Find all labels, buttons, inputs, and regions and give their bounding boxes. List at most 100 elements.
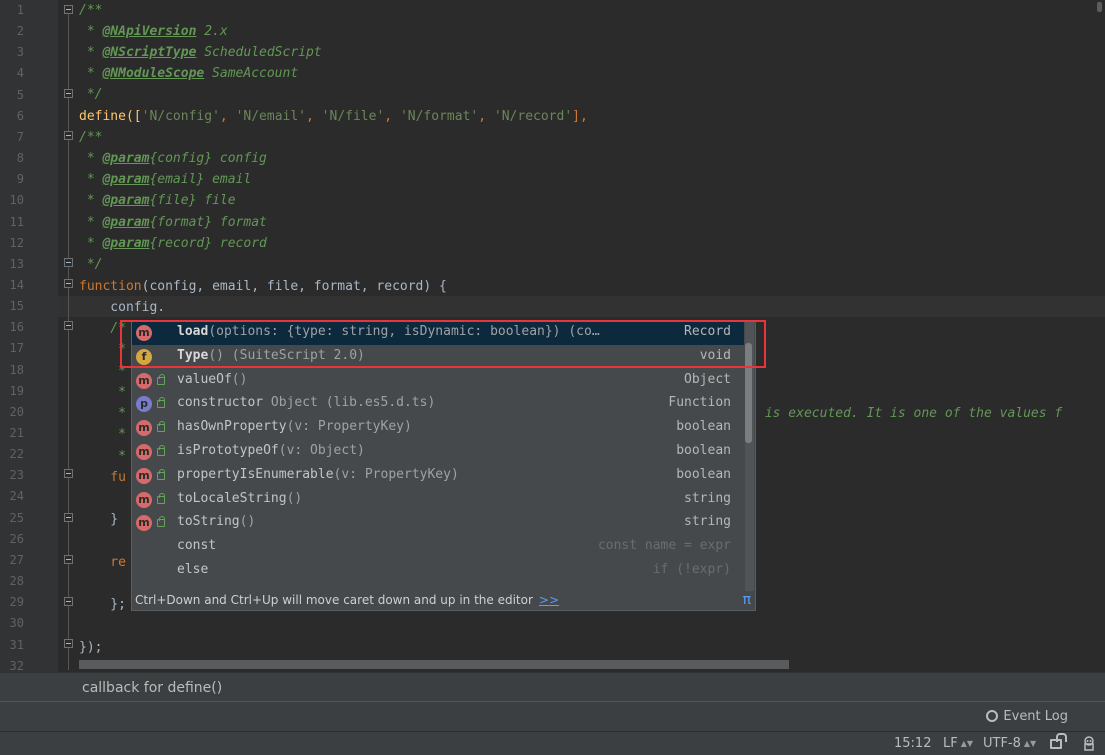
completion-item-signature: (v: PropertyKey) — [333, 466, 459, 482]
completion-item[interactable]: m propertyIsEnumerable(v: PropertyKey) boo… — [132, 464, 744, 488]
completion-item[interactable]: else if (!expr) — [132, 559, 744, 583]
completion-item-type: string — [684, 490, 731, 506]
line-number: 14 — [9, 278, 24, 292]
line-number: 6 — [16, 109, 24, 123]
public-visibility-icon — [157, 445, 165, 456]
pi-icon[interactable]: π — [743, 589, 751, 610]
line-number: 9 — [16, 172, 24, 186]
encoding-widget[interactable]: UTF-8 ▲▼ — [983, 736, 1036, 751]
completion-item-name: toLocaleString() — [177, 491, 302, 506]
completion-item-name: isPrototypeOf(v: Object) — [177, 443, 365, 458]
horizontal-scrollbar[interactable] — [79, 660, 789, 669]
completion-item[interactable]: m valueOf() Object — [132, 369, 744, 393]
completion-item-signature: (v: Object) — [278, 443, 365, 458]
completion-item-type: string — [684, 514, 731, 530]
completion-item[interactable]: m isPrototypeOf(v: Object) boolean — [132, 440, 744, 464]
code-line-3: * @NScriptType ScheduledScript — [79, 45, 322, 60]
updown-arrow-icon: ▲▼ — [1023, 739, 1037, 748]
fold-toggle-icon[interactable] — [64, 469, 73, 478]
code-line-20: * — [79, 406, 126, 421]
scroll-thumb[interactable] — [1097, 2, 1102, 12]
line-number: 19 — [9, 384, 24, 398]
line-number: 18 — [9, 363, 24, 377]
fold-toggle-icon[interactable] — [64, 639, 73, 648]
code-line-31: }); — [79, 640, 103, 655]
completion-item-signature: (v: PropertyKey) — [286, 419, 412, 435]
fold-toggle-icon[interactable] — [64, 513, 73, 522]
fold-toggle-icon[interactable] — [64, 258, 73, 267]
completion-item-label: hasOwnProperty — [177, 419, 287, 435]
completion-item-type: boolean — [676, 466, 731, 482]
completion-item-label: constructor — [177, 395, 264, 411]
fold-toggle-icon[interactable] — [64, 89, 73, 98]
completion-item-name: else — [177, 562, 208, 577]
fold-toggle-icon[interactable] — [64, 279, 73, 288]
line-number: 26 — [9, 532, 24, 546]
code-line-1: /** — [79, 3, 103, 18]
method-icon: m — [136, 444, 152, 460]
line-number: 4 — [16, 66, 24, 80]
unlock-icon[interactable] — [1050, 733, 1067, 749]
caret-position[interactable]: 15:12 — [894, 736, 931, 751]
line-number: 24 — [9, 489, 24, 503]
event-log-icon — [986, 710, 999, 722]
line-number: 7 — [16, 130, 24, 144]
code-line-19: * — [79, 385, 126, 400]
method-icon: m — [136, 420, 152, 437]
fold-toggle-icon[interactable] — [64, 5, 73, 14]
code-line-11: * @param{format} format — [79, 215, 267, 230]
line-separator-label: LF — [943, 736, 958, 751]
completion-item-name: propertyIsEnumerable(v: PropertyKey) — [177, 467, 459, 482]
code-line-13: */ — [79, 257, 103, 272]
encoding-label: UTF-8 — [983, 736, 1021, 751]
fold-toggle-icon[interactable] — [64, 597, 73, 606]
completion-item[interactable]: const const name = expr — [132, 535, 744, 559]
code-line-17: * — [79, 342, 126, 357]
completion-item-signature: Object (lib.es5.d.ts) — [263, 395, 436, 411]
completion-item-signature: () — [286, 490, 303, 506]
code-line-22: * — [79, 449, 126, 464]
completion-item[interactable]: m toString() string — [132, 511, 744, 535]
completion-item[interactable]: m hasOwnProperty(v: PropertyKey) boolean — [132, 416, 744, 440]
completion-item[interactable]: p constructor Object (lib.es5.d.ts) Functi… — [132, 392, 744, 416]
public-visibility-icon — [157, 373, 165, 385]
code-line-6: define(['N/config', 'N/email', 'N/file',… — [79, 109, 588, 124]
hint-more-link[interactable]: >> — [539, 593, 559, 607]
context-breadcrumb[interactable]: callback for define() — [82, 680, 222, 696]
public-visibility-icon — [157, 492, 165, 504]
event-log-button[interactable]: Event Log — [986, 709, 1068, 724]
code-line-29: }; — [79, 597, 126, 612]
completion-hint: Ctrl+Down and Ctrl+Up will move caret do… — [132, 589, 755, 610]
line-number: 3 — [16, 45, 24, 59]
completion-item[interactable]: m toLocaleString() string — [132, 488, 744, 512]
completion-item-signature: () — [239, 514, 256, 530]
vertical-scrollbar[interactable] — [1093, 0, 1105, 660]
line-number: 16 — [9, 320, 24, 334]
completion-item-label: else — [177, 562, 209, 577]
line-number: 29 — [9, 595, 24, 609]
hint-text: Ctrl+Down and Ctrl+Up will move caret do… — [135, 593, 533, 607]
public-visibility-icon — [157, 397, 165, 409]
line-number: 11 — [9, 215, 24, 229]
fold-toggle-icon[interactable] — [64, 555, 73, 564]
method-icon: m — [136, 467, 152, 484]
line-number: 32 — [9, 659, 24, 672]
caret-row-highlight — [58, 296, 1105, 317]
fold-toggle-icon[interactable] — [64, 321, 73, 330]
line-separator-widget[interactable]: LF ▲▼ — [943, 736, 973, 751]
completion-item-label: isPrototypeOf — [177, 443, 279, 458]
line-number: 28 — [9, 574, 24, 588]
fold-toggle-icon[interactable] — [64, 131, 73, 140]
completion-item-label: toString — [177, 514, 240, 530]
code-line-27: re — [79, 555, 126, 570]
completion-item-label: valueOf — [177, 371, 232, 387]
line-number: 15 — [9, 299, 24, 313]
method-icon: m — [136, 491, 152, 508]
hector-inspector-icon[interactable] — [1081, 736, 1097, 752]
code-line-25: } — [79, 512, 119, 527]
code-line-12: * @param{record} record — [79, 236, 267, 251]
code-line-20-tail: is executed. It is one of the values f — [757, 406, 1063, 421]
code-line-4: * @NModuleScope SameAccount — [79, 66, 299, 81]
line-number: 10 — [9, 193, 24, 207]
line-number: 21 — [9, 426, 24, 440]
